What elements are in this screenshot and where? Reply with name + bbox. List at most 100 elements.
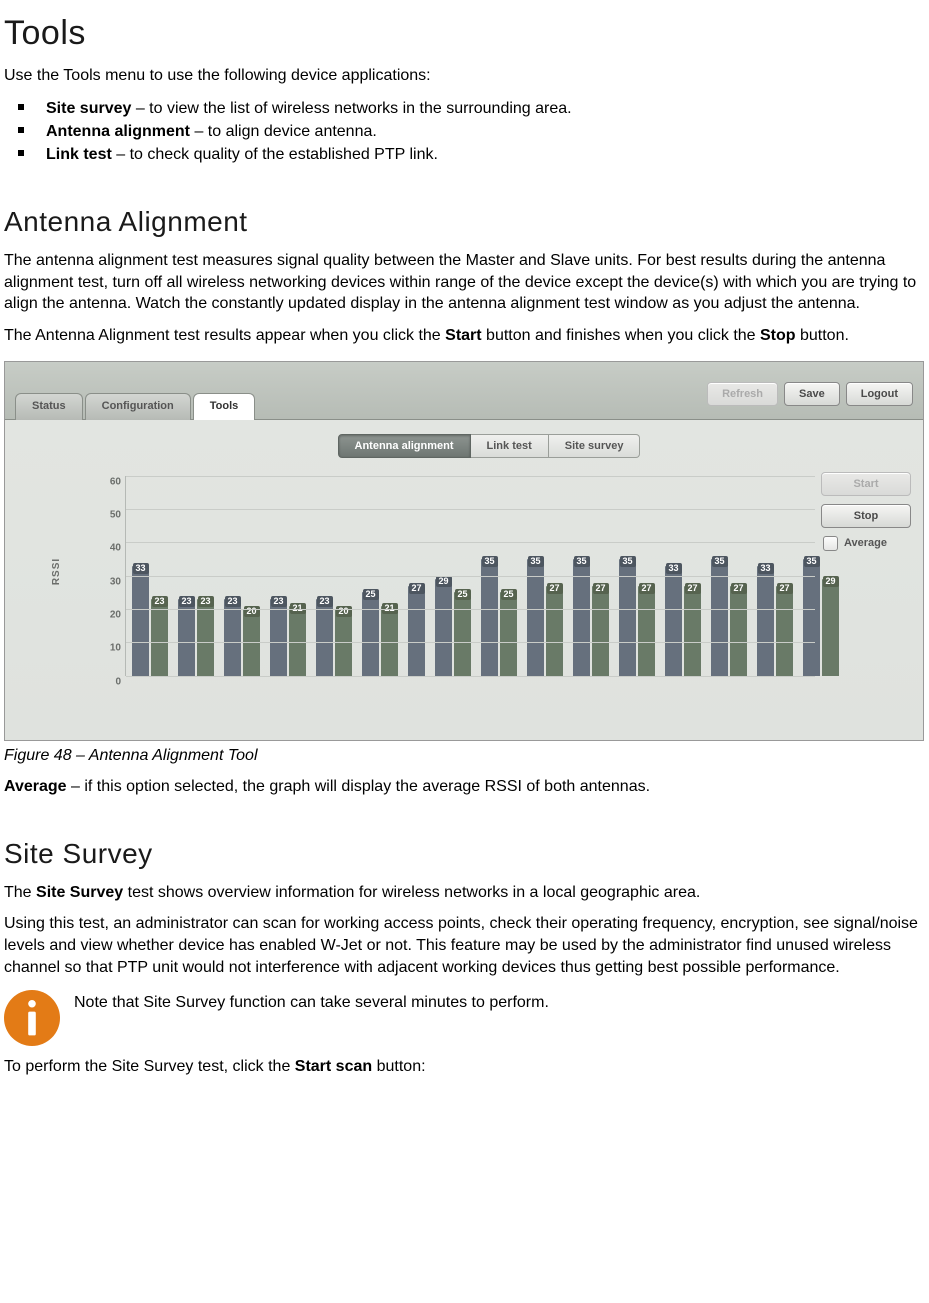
average-label: Average <box>844 537 887 549</box>
chart-ytick: 30 <box>87 576 121 587</box>
chart-bar: 29 <box>435 579 452 676</box>
antenna-para1: The antenna alignment test measures sign… <box>4 250 925 315</box>
screenshot-antenna-tool: Refresh Save Logout Status Configuration… <box>4 361 924 741</box>
list-item-name: Site survey <box>46 100 131 117</box>
list-item-name: Link test <box>46 146 112 163</box>
text-bold: Start scan <box>295 1058 372 1075</box>
chart-bar: 29 <box>822 579 839 676</box>
text-fragment: – if this option selected, the graph wil… <box>67 778 650 795</box>
chart-bar-value: 33 <box>757 563 773 574</box>
chart-bar-value: 23 <box>270 596 286 607</box>
chart-ytick: 20 <box>87 609 121 620</box>
chart-bar-value: 35 <box>619 556 635 567</box>
tab-status[interactable]: Status <box>15 393 83 420</box>
chart-bar: 33 <box>665 566 682 676</box>
site-para1: The Site Survey test shows overview info… <box>4 882 925 904</box>
chart-bar-value: 27 <box>776 583 792 594</box>
chart-bar-value: 29 <box>822 576 838 587</box>
chart-bar-value: 25 <box>362 589 378 600</box>
chart-bar-value: 25 <box>454 589 470 600</box>
chart-bar-value: 27 <box>730 583 746 594</box>
chart-bar-value: 20 <box>243 606 259 617</box>
chart-bar-value: 23 <box>178 596 194 607</box>
chart-bar-value: 23 <box>151 596 167 607</box>
screenshot-body: Antenna alignment Link test Site survey … <box>5 420 923 740</box>
info-note-text: Note that Site Survey function can take … <box>74 992 549 1014</box>
chart-bar: 27 <box>592 586 609 676</box>
logout-button[interactable]: Logout <box>846 382 913 406</box>
site-para2: Using this test, an administrator can sc… <box>4 913 925 978</box>
site-survey-heading: Site Survey <box>4 838 925 870</box>
tab-tools[interactable]: Tools <box>193 393 256 420</box>
chart-ylabel: RSSI <box>51 557 62 584</box>
chart-bar-value: 29 <box>435 576 451 587</box>
chart-bar: 21 <box>289 606 306 676</box>
chart-bar-value: 23 <box>197 596 213 607</box>
screenshot-topbar: Refresh Save Logout Status Configuration… <box>5 362 923 420</box>
chart-bar-value: 27 <box>546 583 562 594</box>
chart-bar-value: 35 <box>573 556 589 567</box>
info-note-row: Note that Site Survey function can take … <box>4 990 925 1046</box>
chart-bar-value: 23 <box>316 596 332 607</box>
subtab-antenna-alignment[interactable]: Antenna alignment <box>338 434 471 458</box>
chart-bar-value: 20 <box>335 606 351 617</box>
text-bold: Start <box>445 327 481 344</box>
text-fragment: The <box>4 884 36 901</box>
chart-bar-value: 25 <box>500 589 516 600</box>
average-checkbox-row[interactable]: Average <box>821 536 911 551</box>
chart-ytick: 10 <box>87 643 121 654</box>
chart-bar: 25 <box>362 592 379 675</box>
rssi-chart: RSSI 0102030405060 332323232320232123202… <box>95 476 815 676</box>
chart-bar: 23 <box>316 599 333 676</box>
start-button[interactable]: Start <box>821 472 911 496</box>
site-para3: To perform the Site Survey test, click t… <box>4 1056 925 1078</box>
chart-bar-value: 23 <box>224 596 240 607</box>
refresh-button[interactable]: Refresh <box>707 382 778 406</box>
list-item-desc: – to align device antenna. <box>190 123 377 140</box>
chart-bar: 27 <box>730 586 747 676</box>
chart-bar: 27 <box>638 586 655 676</box>
chart-bar: 27 <box>546 586 563 676</box>
chart-bar: 27 <box>684 586 701 676</box>
chart-bar: 27 <box>776 586 793 676</box>
chart-bar: 23 <box>151 599 168 676</box>
chart-bar: 33 <box>132 566 149 676</box>
chart-bar: 27 <box>408 586 425 676</box>
figure-caption: Figure 48 – Antenna Alignment Tool <box>4 745 925 767</box>
chart-bar-value: 33 <box>132 563 148 574</box>
text-bold: Stop <box>760 327 796 344</box>
chart-bar: 23 <box>224 599 241 676</box>
chart-bar-value: 27 <box>684 583 700 594</box>
average-description: Average – if this option selected, the g… <box>4 776 925 798</box>
chart-ytick: 40 <box>87 543 121 554</box>
tab-configuration[interactable]: Configuration <box>85 393 191 420</box>
chart-bar-value: 27 <box>638 583 654 594</box>
antenna-heading: Antenna Alignment <box>4 206 925 238</box>
text-fragment: button and finishes when you click the <box>482 327 760 344</box>
text-fragment: button: <box>372 1058 425 1075</box>
info-icon <box>4 990 60 1046</box>
chart-bar: 23 <box>270 599 287 676</box>
text-bold: Site Survey <box>36 884 123 901</box>
chart-bar: 23 <box>178 599 195 676</box>
chart-ytick: 60 <box>87 476 121 487</box>
tools-list: Site survey – to view the list of wirele… <box>12 97 925 167</box>
text-fragment: The Antenna Alignment test results appea… <box>4 327 445 344</box>
subtab-link-test[interactable]: Link test <box>471 434 549 458</box>
text-fragment: test shows overview information for wire… <box>123 884 700 901</box>
chart-bar: 25 <box>500 592 517 675</box>
chart-bar-value: 35 <box>527 556 543 567</box>
subtab-site-survey[interactable]: Site survey <box>549 434 641 458</box>
list-item-name: Antenna alignment <box>46 123 190 140</box>
stop-button[interactable]: Stop <box>821 504 911 528</box>
chart-ytick: 0 <box>87 676 121 687</box>
chart-bar-value: 35 <box>803 556 819 567</box>
tools-intro: Use the Tools menu to use the following … <box>4 65 925 87</box>
antenna-para2: The Antenna Alignment test results appea… <box>4 325 925 347</box>
save-button[interactable]: Save <box>784 382 840 406</box>
average-checkbox[interactable] <box>823 536 838 551</box>
chart-bar: 21 <box>381 606 398 676</box>
chart-bar-value: 33 <box>665 563 681 574</box>
text-fragment: To perform the Site Survey test, click t… <box>4 1058 295 1075</box>
chart-bar: 23 <box>197 599 214 676</box>
